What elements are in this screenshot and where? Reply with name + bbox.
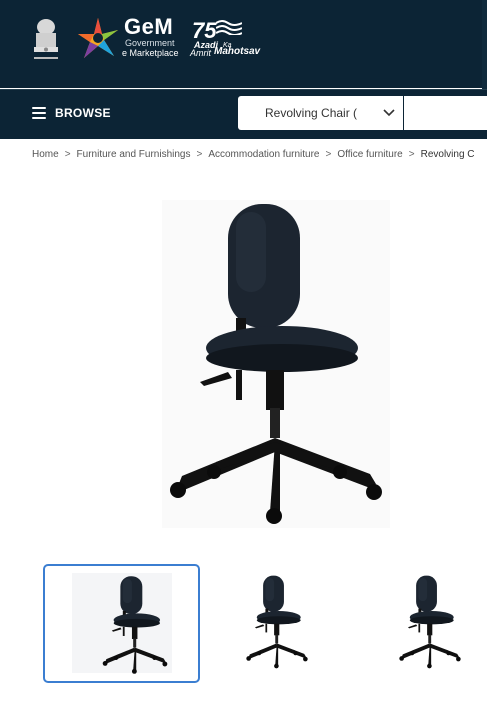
breadcrumb: Home > Furniture and Furnishings > Accommoda… [32,149,475,160]
breadcrumb-current: Revolving C [420,149,475,160]
gem-subtitle-line1: Government [125,38,175,48]
gem-logo-icon[interactable] [76,16,120,60]
azadi-ka-amrit-mahotsav-logo: 75 Azadi Ka Amrit Mahotsav [190,16,260,60]
breadcrumb-separator: > [325,149,332,160]
national-emblem-icon [30,15,62,63]
gem-wordmark[interactable]: GeM Government e Marketplace [122,14,179,59]
breadcrumb-furniture-and-furnishings[interactable]: Furniture and Furnishings [77,149,191,160]
browse-label: BROWSE [55,106,111,120]
chevron-down-icon [383,109,395,117]
breadcrumb-accommodation-furniture[interactable]: Accommodation furniture [208,149,319,160]
breadcrumb-separator: > [408,149,415,160]
breadcrumb-separator: > [64,149,71,160]
product-thumbnail-1[interactable] [43,564,200,683]
breadcrumb-separator: > [196,149,203,160]
browse-menu-button[interactable]: BROWSE [32,106,111,120]
azadi-mahotsav: Mahotsav [214,46,261,57]
gem-title: GeM [124,14,174,39]
flag-waves-icon [216,20,242,35]
gem-subtitle-line2: e Marketplace [122,48,179,58]
breadcrumb-home[interactable]: Home [32,149,59,160]
site-header: GeM Government e Marketplace 75 Azadi Ka… [0,0,487,88]
office-chair-image [85,575,185,675]
office-chair-image [397,574,463,670]
hamburger-icon [32,107,46,119]
office-chair-image [244,574,310,670]
nav-bar: BROWSE Revolving Chair (\ [0,89,487,139]
breadcrumb-office-furniture[interactable]: Office furniture [337,149,402,160]
product-main-image[interactable] [162,200,390,528]
azadi-amrit: Amrit [190,48,211,58]
category-select[interactable]: Revolving Chair (\ [238,96,403,130]
thumbnail-background [72,573,172,673]
office-chair-image [162,200,390,528]
product-thumbnail-2[interactable] [199,564,356,683]
category-selected-value: Revolving Chair (\ [265,106,357,120]
search-input[interactable] [404,96,487,130]
product-thumbnail-3[interactable] [352,564,487,683]
